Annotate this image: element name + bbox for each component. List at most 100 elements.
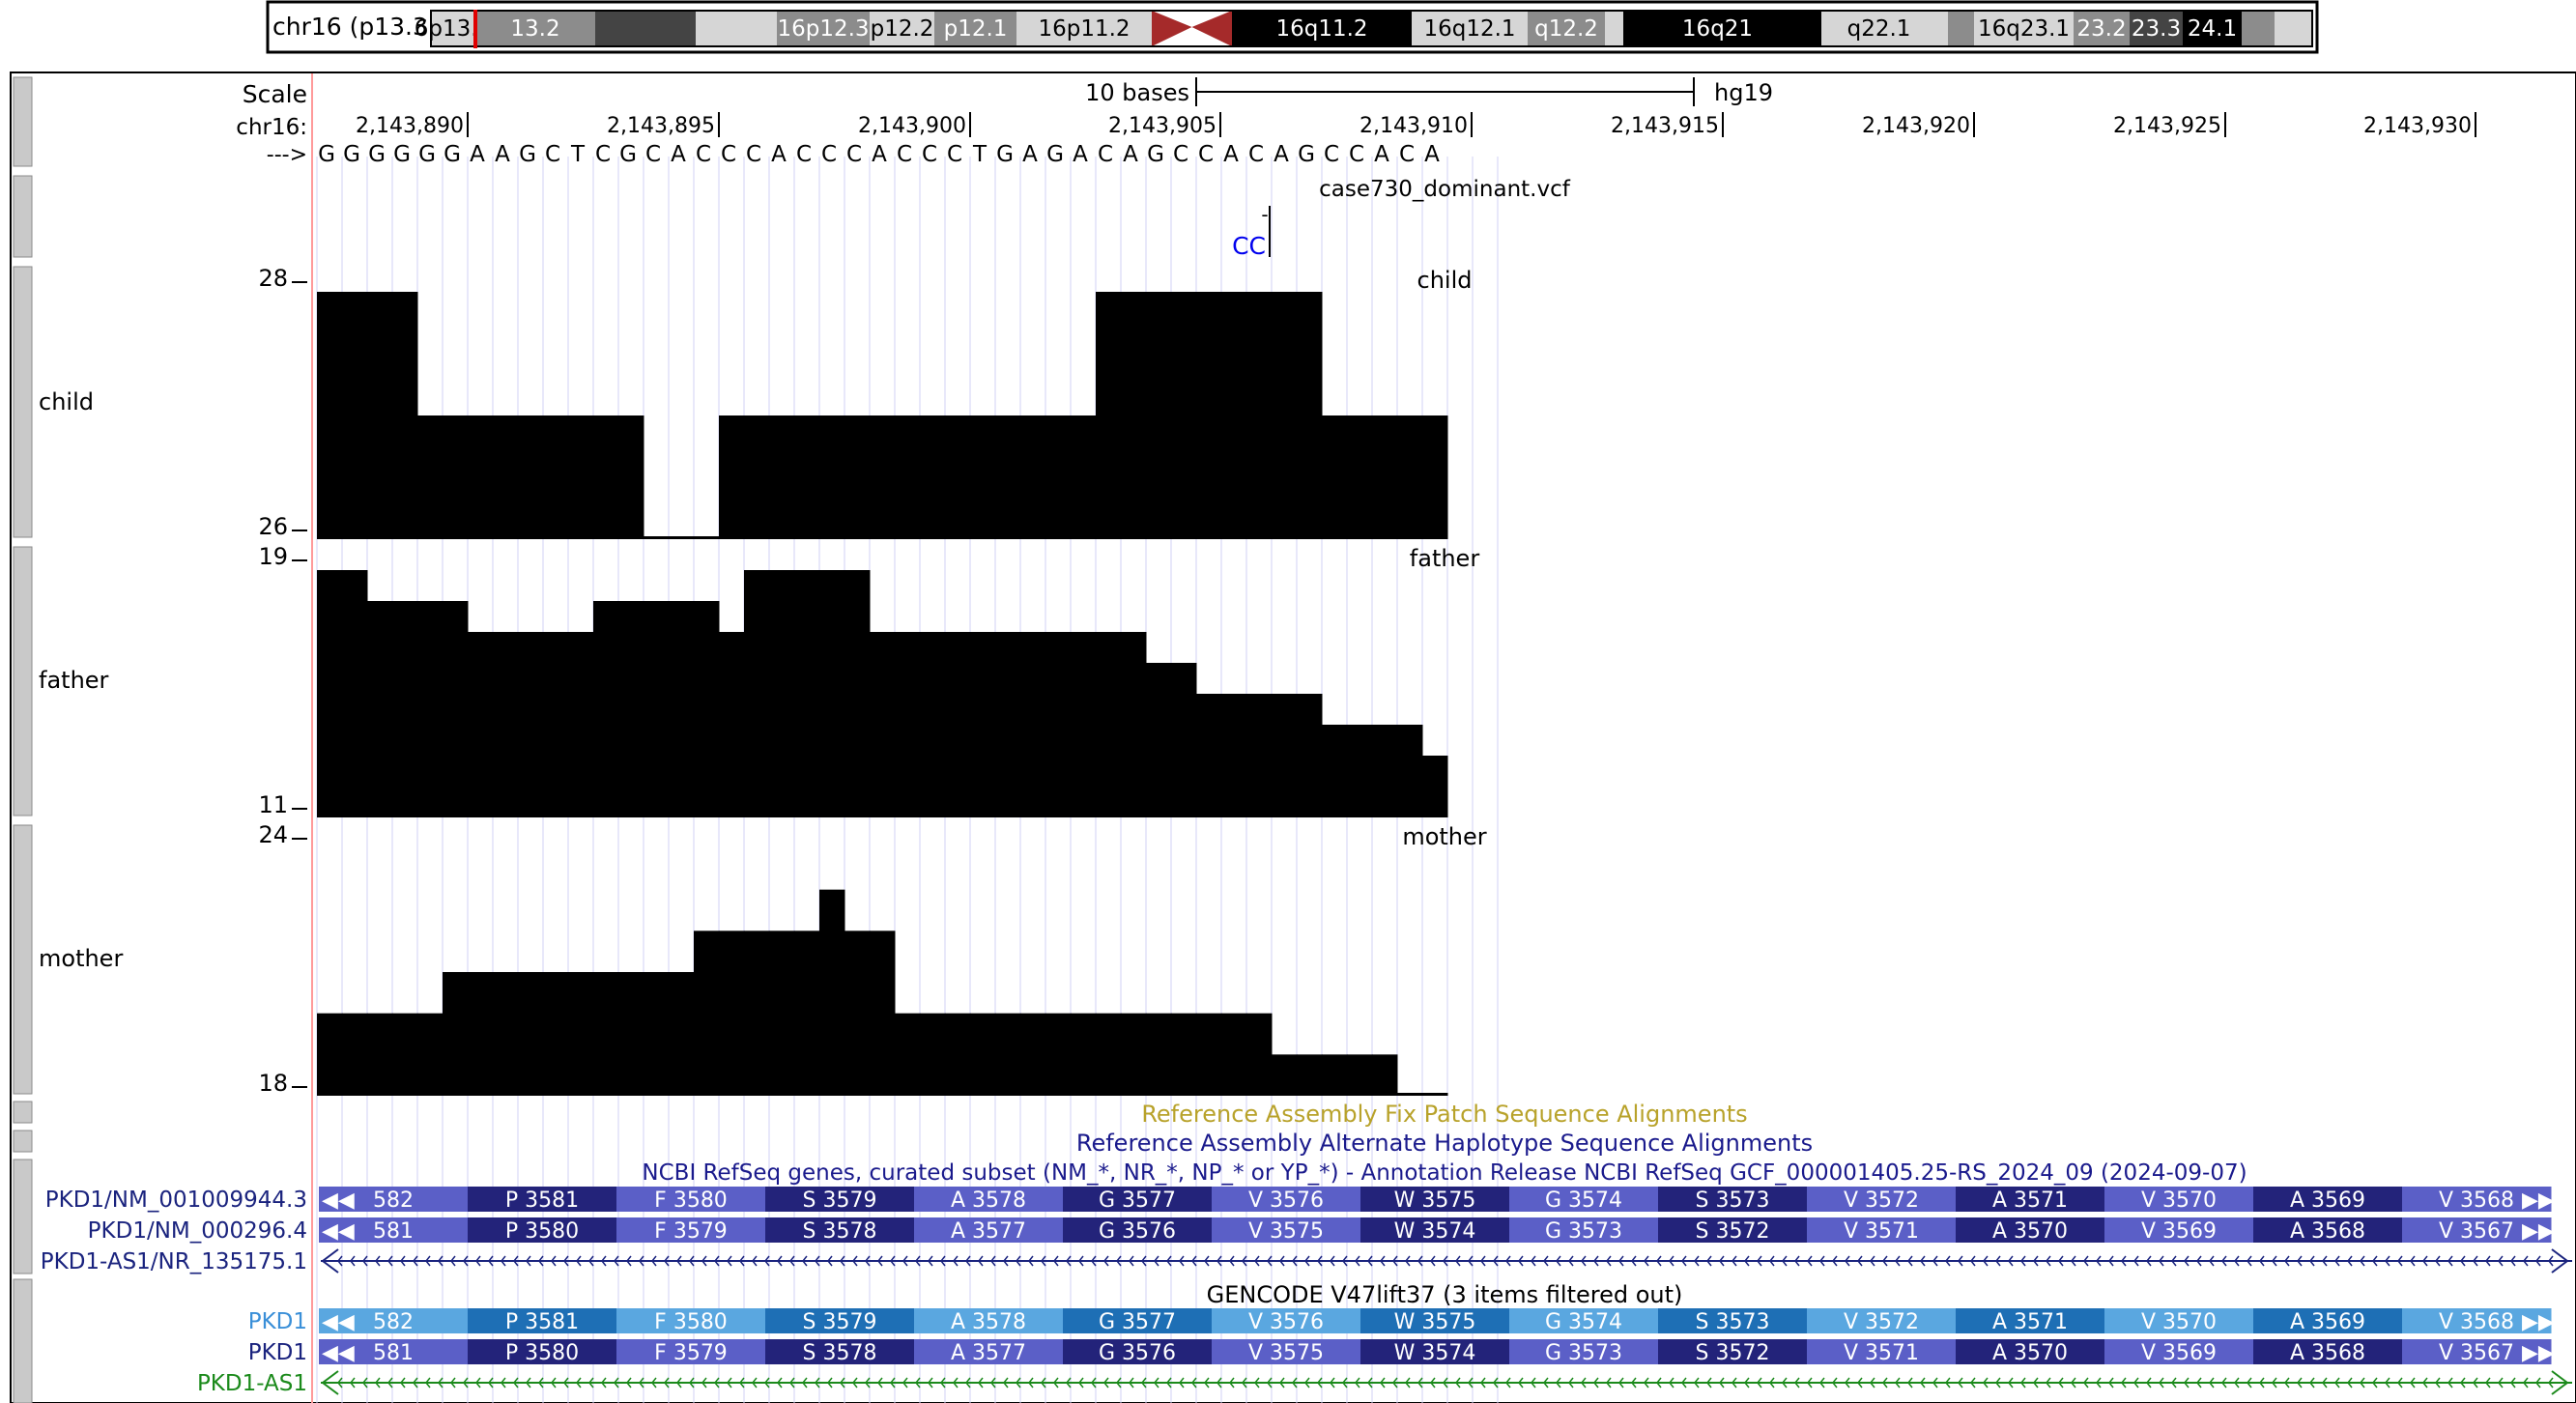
track-config-button[interactable] [13, 1101, 33, 1124]
gene-label[interactable]: PKD1 [248, 1309, 307, 1334]
fix-patch-track-title[interactable]: Reference Assembly Fix Patch Sequence Al… [1141, 1101, 1747, 1128]
coverage-bar[interactable] [669, 972, 695, 1096]
coverage-bar[interactable] [1297, 1054, 1323, 1096]
coverage-bar[interactable] [1322, 1054, 1348, 1096]
coverage-bar[interactable] [468, 415, 494, 539]
alt-haplotype-track-title[interactable]: Reference Assembly Alternate Haplotype S… [1076, 1130, 1813, 1157]
coverage-bar[interactable] [342, 570, 368, 817]
coverage-bar[interactable] [644, 536, 670, 539]
coverage-bar[interactable] [1397, 725, 1423, 817]
coverage-bar[interactable] [1297, 694, 1323, 817]
coverage-bar[interactable] [593, 415, 619, 539]
coverage-bar[interactable] [1221, 1013, 1247, 1096]
coverage-bar[interactable] [669, 601, 695, 817]
coverage-bar[interactable] [1322, 415, 1348, 539]
coverage-bar[interactable] [794, 931, 820, 1096]
coverage-bar[interactable] [1272, 292, 1298, 539]
coverage-bar[interactable] [1422, 756, 1448, 817]
coverage-bar[interactable] [342, 1013, 368, 1096]
coverage-bar[interactable] [1196, 292, 1222, 539]
ideogram-band[interactable] [1605, 11, 1623, 46]
gencode-track-title[interactable]: GENCODE V47lift37 (3 items filtered out) [1207, 1281, 1683, 1308]
coverage-bar[interactable] [1071, 632, 1097, 817]
coverage-bar[interactable] [1096, 292, 1122, 539]
coverage-bar[interactable] [1372, 1054, 1398, 1096]
coverage-bar[interactable] [543, 972, 569, 1096]
coverage-bar[interactable] [317, 1013, 343, 1096]
coverage-bar[interactable] [895, 1013, 921, 1096]
coverage-bar[interactable] [1045, 1013, 1072, 1096]
coverage-bar[interactable] [468, 972, 494, 1096]
coverage-bar[interactable] [970, 632, 996, 817]
coverage-bar[interactable] [1045, 415, 1072, 539]
coverage-bar[interactable] [367, 601, 393, 817]
coverage-bar[interactable] [443, 972, 469, 1096]
coverage-bar[interactable] [744, 415, 770, 539]
ideogram-band[interactable] [2242, 11, 2275, 46]
coverage-bar[interactable] [970, 415, 996, 539]
coverage-bar[interactable] [995, 632, 1021, 817]
coverage-bar[interactable] [719, 931, 745, 1096]
coverage-bar[interactable] [1146, 1013, 1172, 1096]
ideogram-band[interactable] [595, 11, 696, 46]
coverage-bar[interactable] [769, 415, 795, 539]
coverage-bar[interactable] [342, 292, 368, 539]
coverage-bar[interactable] [945, 415, 971, 539]
coverage-bar[interactable] [568, 972, 594, 1096]
coverage-bar[interactable] [870, 415, 896, 539]
coverage-bar[interactable] [844, 570, 871, 817]
track-config-button[interactable] [13, 1130, 33, 1153]
coverage-bar[interactable] [1121, 632, 1147, 817]
coverage-bar[interactable] [618, 415, 644, 539]
coverage-bar[interactable] [1246, 292, 1273, 539]
coverage-bar[interactable] [443, 601, 469, 817]
coverage-bar[interactable] [1272, 1054, 1298, 1096]
coverage-bar[interactable] [1397, 415, 1423, 539]
coverage-bar[interactable] [618, 972, 644, 1096]
refseq-track-title[interactable]: NCBI RefSeq genes, curated subset (NM_*,… [642, 1160, 2247, 1186]
coverage-bar[interactable] [945, 632, 971, 817]
ideogram-band[interactable] [2275, 11, 2312, 46]
coverage-bar[interactable] [1221, 694, 1247, 817]
ideogram-band[interactable] [1936, 11, 1948, 46]
coverage-bar[interactable] [317, 292, 343, 539]
coverage-bar[interactable] [870, 632, 896, 817]
coverage-bar[interactable] [694, 931, 720, 1096]
coverage-bar[interactable] [1071, 415, 1097, 539]
coverage-bar[interactable] [568, 415, 594, 539]
coverage-bar[interactable] [744, 570, 770, 817]
coverage-bar[interactable] [518, 415, 544, 539]
coverage-bar[interactable] [970, 1013, 996, 1096]
coverage-bar[interactable] [1096, 1013, 1122, 1096]
coverage-bar[interactable] [417, 601, 444, 817]
coverage-bar[interactable] [1221, 292, 1247, 539]
coverage-bar[interactable] [1071, 1013, 1097, 1096]
track-config-button[interactable] [13, 546, 33, 816]
coverage-bar[interactable] [543, 415, 569, 539]
coverage-bar[interactable] [367, 292, 393, 539]
coverage-bar[interactable] [543, 632, 569, 817]
coverage-bar[interactable] [844, 415, 871, 539]
track-config-button[interactable] [13, 1278, 33, 1403]
coverage-bar[interactable] [1146, 292, 1172, 539]
coverage-bar[interactable] [769, 931, 795, 1096]
coverage-bar[interactable] [1246, 1013, 1273, 1096]
coverage-bar[interactable] [669, 536, 695, 539]
coverage-bar[interactable] [367, 1013, 393, 1096]
coverage-bar[interactable] [1246, 694, 1273, 817]
coverage-bar[interactable] [1347, 725, 1373, 817]
coverage-bar[interactable] [493, 632, 519, 817]
coverage-bar[interactable] [518, 632, 544, 817]
coverage-bar[interactable] [1121, 1013, 1147, 1096]
coverage-bar[interactable] [945, 1013, 971, 1096]
coverage-bar[interactable] [493, 972, 519, 1096]
coverage-bar[interactable] [392, 601, 418, 817]
coverage-bar[interactable] [819, 889, 845, 1096]
coverage-bar[interactable] [744, 931, 770, 1096]
coverage-bar[interactable] [1020, 415, 1046, 539]
coverage-bar[interactable] [1422, 415, 1448, 539]
gene-label[interactable]: PKD1/NM_000296.4 [88, 1218, 307, 1244]
coverage-bar[interactable] [417, 1013, 444, 1096]
coverage-bar[interactable] [1121, 292, 1147, 539]
coverage-bar[interactable] [819, 415, 845, 539]
